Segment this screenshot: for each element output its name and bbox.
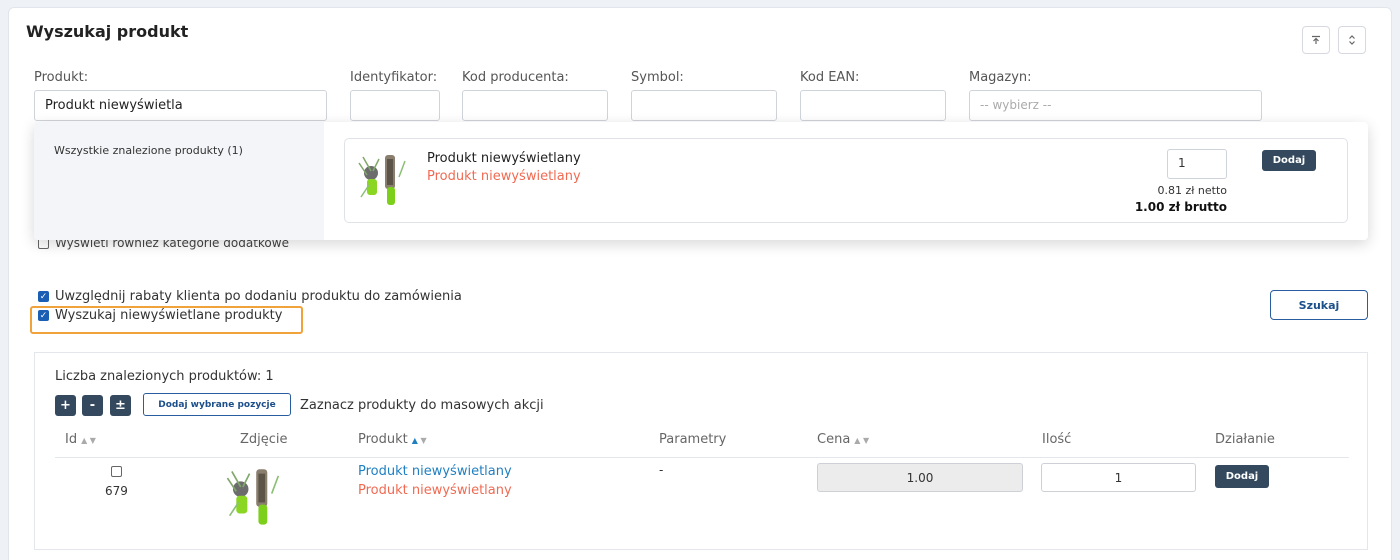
client-discounts-checkbox[interactable]: ✓ [38, 291, 49, 302]
column-header-action: Działanie [1215, 432, 1275, 447]
kod-producenta-label: Kod producenta: [462, 70, 569, 85]
magazyn-label: Magazyn: [969, 70, 1032, 85]
dropdown-product-card[interactable]: Produkt niewyświetlany Produkt niewyświe… [344, 138, 1348, 223]
search-button[interactable]: Szukaj [1270, 290, 1368, 320]
dropdown-product-subname: Produkt niewyświetlany [427, 169, 581, 184]
page-title: Wyszukaj produkt [26, 22, 189, 41]
mass-actions-label: Zaznacz produkty do masowych akcji [300, 398, 544, 413]
row-qty-input[interactable]: 1 [1041, 463, 1196, 492]
symbol-input[interactable] [631, 90, 777, 121]
dropdown-qty-input[interactable]: 1 [1167, 149, 1227, 179]
invert-selection-button[interactable]: ± [110, 395, 131, 416]
results-panel: Liczba znalezionych produktów: 1 + - ± D… [34, 352, 1368, 550]
product-image [358, 155, 406, 205]
column-header-photo: Zdjęcie [240, 432, 288, 447]
sort-chevrons-icon [1349, 35, 1355, 45]
column-header-params: Parametry [659, 432, 727, 447]
add-selected-button[interactable]: Dodaj wybrane pozycje [143, 393, 291, 416]
kod-ean-label: Kod EAN: [800, 70, 860, 85]
row-params: - [659, 463, 664, 477]
sort-arrows-icon[interactable]: ▲ ▼ [854, 436, 869, 445]
row-product-link[interactable]: Produkt niewyświetlany [358, 464, 512, 479]
search-hidden-label: Wyszukaj niewyświetlane produkty [55, 308, 283, 323]
gross-price: 1.00 zł brutto [1134, 200, 1227, 214]
all-found-label: Wszystkie znalezione produkty (1) [54, 144, 243, 157]
row-price-input[interactable]: 1.00 [817, 463, 1023, 492]
deselect-all-button[interactable]: - [82, 395, 103, 416]
row-product-subname: Produkt niewyświetlany [358, 483, 512, 498]
dropdown-add-button[interactable]: Dodaj [1262, 150, 1316, 171]
net-price: 0.81 zł netto [1157, 184, 1227, 197]
identyfikator-input[interactable] [350, 90, 440, 121]
sort-asc-icon[interactable]: ▲ ▼ [412, 436, 427, 445]
autocomplete-dropdown: Wszystkie znalezione produkty (1) Produk… [34, 122, 1368, 240]
column-header-qty: Ilość [1042, 432, 1072, 447]
expand-toggle-button[interactable] [1338, 26, 1366, 54]
symbol-label: Symbol: [631, 70, 684, 85]
column-header-id[interactable]: Id ▲ ▼ [65, 432, 96, 447]
row-id: 679 [105, 484, 128, 498]
produkt-input[interactable]: Produkt niewyświetla [34, 90, 327, 121]
row-product-image [226, 469, 280, 525]
magazyn-select[interactable]: -- wybierz -- [969, 90, 1262, 121]
all-found-panel[interactable]: Wszystkie znalezione produkty (1) [34, 122, 324, 240]
kod-ean-input[interactable] [800, 90, 946, 121]
column-header-price[interactable]: Cena ▲ ▼ [817, 432, 869, 447]
kod-producenta-input[interactable] [462, 90, 608, 121]
client-discounts-label: Uwzględnij rabaty klienta po dodaniu pro… [55, 289, 462, 304]
header-divider [55, 457, 1349, 458]
select-all-button[interactable]: + [55, 395, 76, 416]
collapse-up-button[interactable] [1302, 26, 1330, 54]
dropdown-product-name[interactable]: Produkt niewyświetlany [427, 151, 581, 166]
client-discounts-option[interactable]: ✓ Uwzględnij rabaty klienta po dodaniu p… [38, 289, 462, 304]
sort-arrows-icon[interactable]: ▲ ▼ [81, 436, 96, 445]
row-checkbox[interactable] [111, 466, 122, 477]
row-add-button[interactable]: Dodaj [1215, 465, 1269, 488]
search-hidden-option[interactable]: ✓ Wyszukaj niewyświetlane produkty [38, 308, 282, 323]
produkt-label: Produkt: [34, 70, 89, 85]
column-header-product[interactable]: Produkt ▲ ▼ [358, 432, 427, 447]
arrow-to-top-icon [1312, 35, 1320, 44]
identyfikator-label: Identyfikator: [350, 70, 438, 85]
search-hidden-checkbox[interactable]: ✓ [38, 310, 49, 321]
results-count: Liczba znalezionych produktów: 1 [55, 369, 274, 384]
